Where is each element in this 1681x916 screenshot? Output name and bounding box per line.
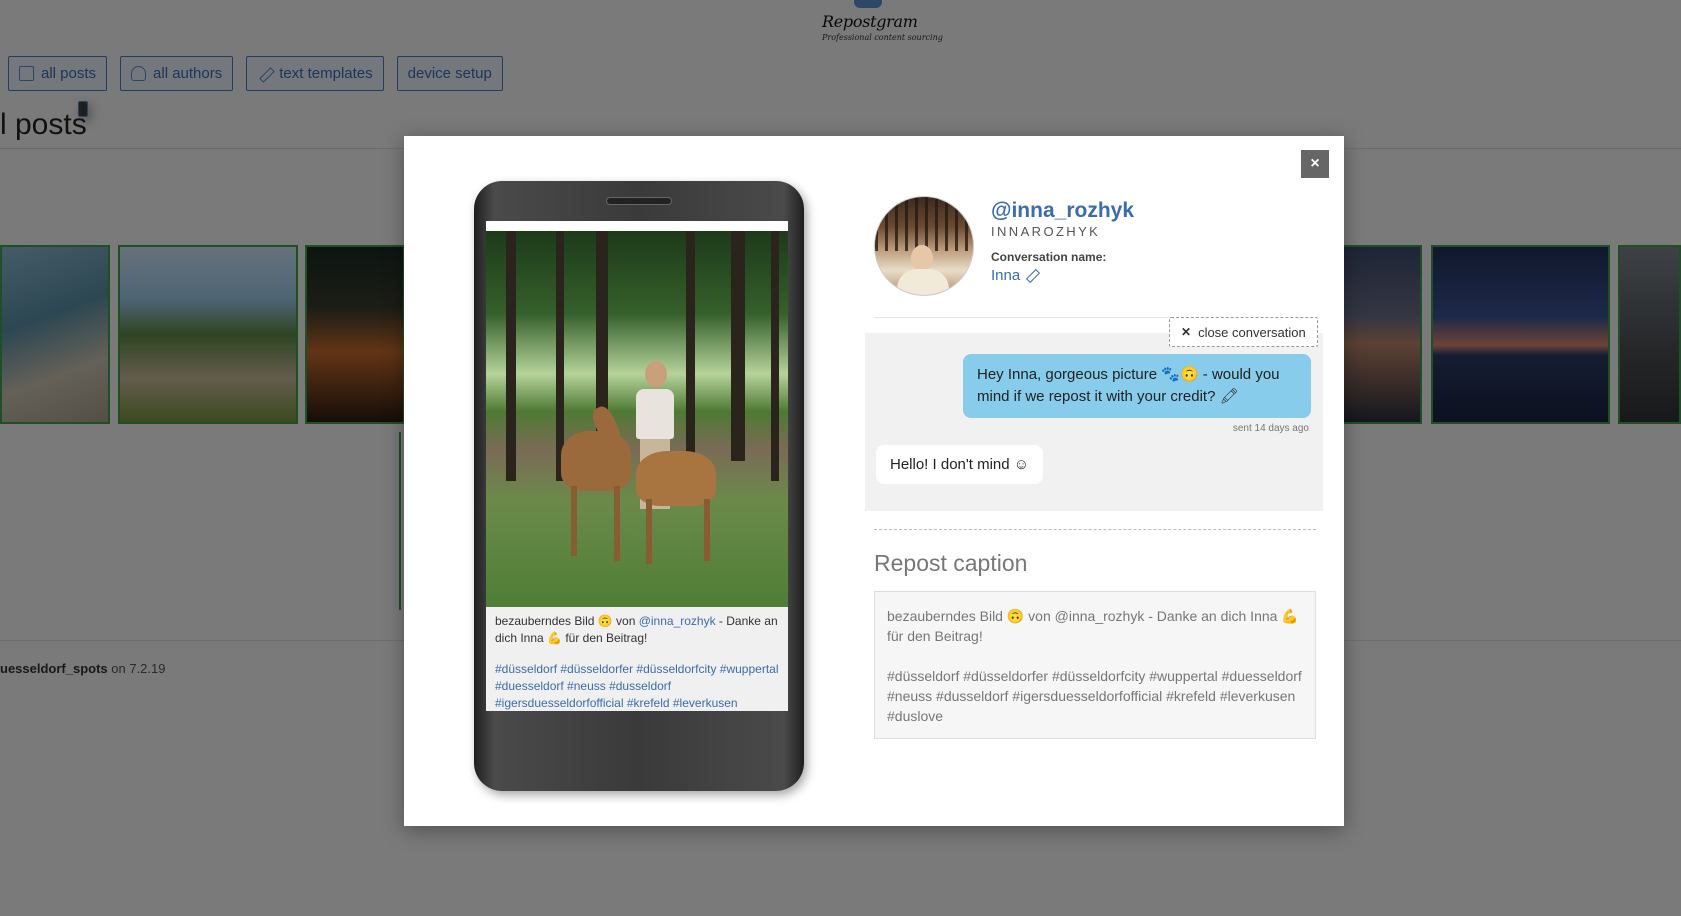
message-outgoing: Hey Inna, gorgeous picture 🐾🙃 - would yo… xyxy=(963,354,1311,418)
phone-status-bar xyxy=(486,221,788,231)
phone-screen: bezauberndes Bild 🙃 von @inna_rozhyk - D… xyxy=(486,221,788,711)
modal-close-button[interactable]: × xyxy=(1301,150,1329,178)
divider xyxy=(874,529,1316,530)
phone-speaker xyxy=(606,197,672,205)
conversation-name-edit[interactable]: Inna xyxy=(991,267,1039,284)
repost-caption-hashtags: #düsseldorf #düsseldorfer #düsseldorfcit… xyxy=(887,668,1302,724)
conversation-name-label: Conversation name: xyxy=(991,250,1107,264)
post-text: bezauberndes Bild 🙃 von @inna_rozhyk - D… xyxy=(486,607,788,653)
message-timestamp: sent 14 days ago xyxy=(1232,423,1309,434)
post-photo xyxy=(486,231,788,607)
repost-caption-textarea[interactable]: bezauberndes Bild 🙃 von @inna_rozhyk - D… xyxy=(874,591,1316,739)
profile-fullname: INNAROZHYK xyxy=(991,224,1101,239)
avatar xyxy=(874,196,974,296)
conversation-modal: × bezauberndes Bild 🙃 von @inna_rozhyk -… xyxy=(404,136,1344,826)
post-hashtags: #düsseldorf #düsseldorfer #düsseldorfcit… xyxy=(495,662,779,710)
repost-caption-line: bezauberndes Bild 🙃 von @inna_rozhyk - D… xyxy=(887,608,1299,644)
phone-preview: bezauberndes Bild 🙃 von @inna_rozhyk - D… xyxy=(474,181,804,791)
close-conversation-label: close conversation xyxy=(1198,324,1306,340)
pencil-icon[interactable] xyxy=(1026,269,1039,282)
close-conversation-button[interactable]: ✕ close conversation xyxy=(1169,317,1318,347)
repost-caption-title: Repost caption xyxy=(874,550,1028,576)
profile-username-link[interactable]: @inna_rozhyk xyxy=(991,199,1134,223)
message-incoming: Hello! I don't mind ☺ xyxy=(876,445,1044,484)
close-icon: ✕ xyxy=(1181,325,1192,339)
conversation-name-value: Inna xyxy=(991,267,1021,284)
post-text-part: bezauberndes Bild 🙃 von xyxy=(495,614,639,628)
post-mention-link[interactable]: @inna_rozhyk xyxy=(639,614,716,628)
